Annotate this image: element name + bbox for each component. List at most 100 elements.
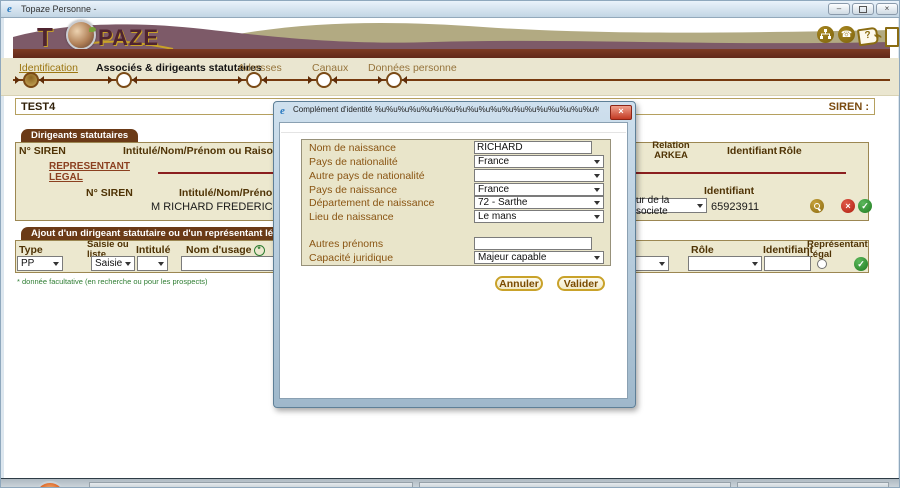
minimize-button[interactable]: – [828, 3, 850, 15]
sub-col-siren: N° SIREN [86, 187, 133, 199]
section-tab-dirigeants: Dirigeants statutaires [21, 129, 138, 142]
autres-prenoms-input[interactable] [474, 237, 592, 250]
type-select[interactable]: PP [17, 256, 63, 271]
org-chart-glyph [820, 29, 831, 40]
step-circle-canaux[interactable] [316, 72, 332, 88]
chevron-down-icon [594, 188, 600, 192]
logo-letters-paze: PAZE [98, 25, 159, 51]
ie-browser-icon: e [7, 3, 12, 15]
footnote-text: * donnée facultative (en recherche ou po… [17, 277, 208, 286]
col-header-siren: N° SIREN [19, 145, 66, 157]
chevron-down-icon [594, 160, 600, 164]
tab-donnees-personne[interactable]: Données personne [368, 62, 457, 74]
modal-groove-line [281, 132, 626, 133]
field-label-lieu-naissance: Lieu de naissance [309, 211, 394, 223]
phone-icon[interactable]: ☎ [838, 26, 855, 43]
modal-ie-icon: e [280, 105, 285, 117]
chevron-down-icon [594, 215, 600, 219]
chevron-down-icon [752, 262, 758, 266]
stepper-arrow [238, 76, 243, 84]
record-name: TEST4 [21, 101, 55, 113]
ajout-col-role: Rôle [691, 244, 714, 256]
lieu-naissance-select[interactable]: Le mans [474, 210, 604, 223]
stepper-arrow [15, 76, 20, 84]
ajout-col-intitule: Intitulé [136, 244, 170, 256]
role-select[interactable] [688, 256, 762, 271]
window-title: Topaze Personne - [21, 4, 97, 14]
chevron-down-icon [594, 174, 600, 178]
chevron-down-icon [594, 256, 600, 260]
logout-runner-icon[interactable]: ⌁ [874, 28, 882, 44]
col-header-identifiant: Identifiant [727, 145, 777, 157]
magnifier-icon[interactable] [810, 199, 824, 213]
valider-button[interactable]: Valider [557, 276, 605, 291]
col-header-role: Rôle [779, 145, 802, 157]
field-label-nom-naissance: Nom de naissance [309, 142, 396, 154]
nom-naissance-input[interactable] [474, 141, 592, 154]
field-label-pays-naissance: Pays de naissance [309, 184, 397, 196]
sub-col-identifiant: Identifiant [704, 185, 754, 197]
pays-naissance-select[interactable]: France [474, 183, 604, 196]
hidden-left-select[interactable] [633, 256, 669, 271]
stepper-arrow [378, 76, 383, 84]
chevron-down-icon [594, 201, 600, 205]
maximize-button[interactable] [852, 3, 874, 15]
validate-icon[interactable]: ✓ [858, 199, 872, 213]
step-circle-donnees[interactable] [386, 72, 402, 88]
logo-leaf-icon [89, 27, 96, 32]
field-label-capacite: Capacité juridique [309, 252, 393, 264]
stepper-arrow [132, 76, 137, 84]
field-label-autre-pays: Autre pays de nationalité [309, 170, 425, 182]
pays-nationalite-select[interactable]: France [474, 155, 604, 168]
chevron-down-icon [158, 262, 164, 266]
autre-pays-select[interactable] [474, 169, 604, 182]
os-taskbar [1, 478, 900, 488]
ajout-col-type: Type [19, 244, 43, 256]
stepper-line [13, 79, 890, 81]
chevron-down-icon [697, 204, 703, 208]
step-circle-adresses[interactable] [246, 72, 262, 88]
identifiant-input[interactable] [764, 256, 811, 271]
chevron-down-icon [659, 262, 665, 266]
representant-legal-radio[interactable] [817, 259, 827, 269]
stepper-arrow [308, 76, 313, 84]
field-label-pays-nationalite: Pays de nationalité [309, 156, 398, 168]
maroon-divider-bar [13, 49, 890, 58]
ajout-validate-icon[interactable]: ✓ [854, 257, 868, 271]
org-chart-icon[interactable] [817, 26, 834, 43]
ajout-col-nom-usage: Nom d'usage* [186, 244, 265, 256]
step-circle-associes[interactable] [116, 72, 132, 88]
delete-icon[interactable]: × [841, 199, 855, 213]
field-label-autres-prenoms: Autres prénoms [309, 238, 383, 250]
tab-canaux[interactable]: Canaux [312, 62, 348, 74]
capacite-select[interactable]: Majeur capable [474, 251, 604, 264]
section-tab-ajout: Ajout d'un dirigeant statutaire ou d'un … [21, 227, 297, 240]
taskbar-item[interactable] [419, 482, 731, 488]
taskbar-item[interactable] [737, 482, 889, 488]
start-button[interactable] [34, 481, 66, 488]
departement-select[interactable]: 72 - Sarthe [474, 196, 604, 209]
tab-adresses[interactable]: Adresses [238, 62, 282, 74]
ajout-col-representant: Représentant Légal [807, 240, 867, 259]
maximize-icon [859, 6, 867, 13]
relation-select[interactable]: ur de la societe [633, 198, 707, 213]
representant-legal-link[interactable]: REPRESENTANT LEGAL [49, 161, 130, 183]
exit-door-icon[interactable] [885, 27, 899, 47]
dirigeant-identifiant: 65923911 [711, 201, 759, 213]
saisie-select[interactable]: Saisie [91, 256, 135, 271]
intitule-select[interactable] [137, 256, 168, 271]
logo-face-photo [66, 20, 96, 50]
chevron-down-icon [53, 262, 59, 266]
step-circle-identification[interactable] [23, 72, 39, 88]
application-window: e Topaze Personne - – × T PAZE ☎ ? ⌁ Ide… [0, 0, 900, 488]
taskbar-item[interactable] [89, 482, 413, 488]
annuler-button[interactable]: Annuler [495, 276, 543, 291]
stepper-arrow [39, 76, 44, 84]
modal-close-button[interactable]: × [610, 105, 632, 120]
stepper-arrow [262, 76, 267, 84]
footnote-mark-icon: * [254, 245, 265, 256]
col-header-relation-arkea: Relation ARKEA [646, 141, 696, 160]
close-button[interactable]: × [876, 3, 898, 15]
stepper-arrow [332, 76, 337, 84]
dirigeant-name: M RICHARD FREDERIC [151, 201, 273, 213]
